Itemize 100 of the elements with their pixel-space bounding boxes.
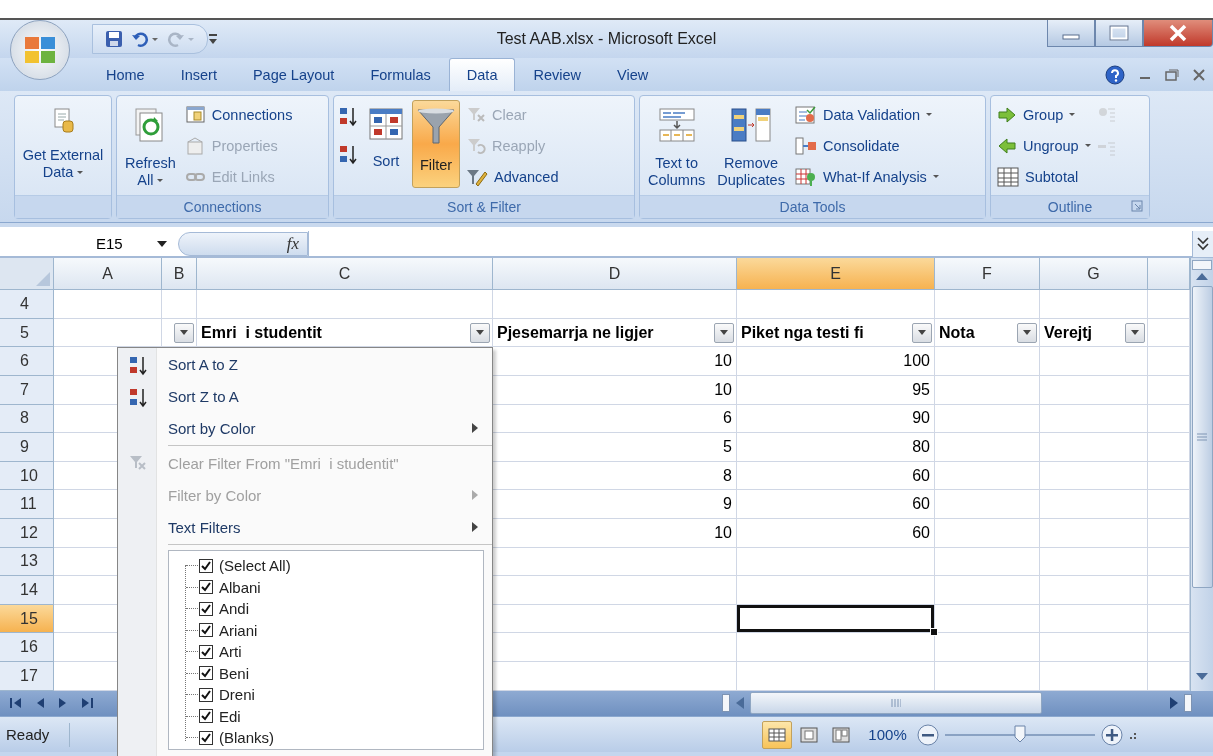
table-cell[interactable] [935, 433, 1040, 462]
table-cell[interactable]: Nota [935, 318, 1040, 348]
ribbon-button[interactable]: Sort [364, 100, 408, 189]
ribbon-button[interactable]: Data Validation [792, 102, 941, 128]
ribbon-tab[interactable]: Review [515, 58, 599, 92]
checkbox[interactable] [199, 558, 213, 573]
table-cell[interactable] [935, 576, 1040, 605]
ribbon-button[interactable]: Consolidate [792, 133, 941, 159]
ribbon-button[interactable]: Ungroup [995, 133, 1093, 159]
maximize-button[interactable] [1095, 19, 1143, 47]
table-cell[interactable]: 10 [493, 518, 737, 548]
zoom-slider[interactable] [944, 724, 1095, 745]
table-cell[interactable] [935, 518, 1040, 548]
table-cell[interactable]: 10 [493, 376, 737, 405]
row-header[interactable]: 4 [0, 290, 54, 319]
close-icon[interactable] [1193, 69, 1205, 82]
checkbox[interactable] [199, 666, 213, 681]
row-header[interactable]: 11 [0, 490, 54, 519]
checkbox[interactable] [199, 623, 213, 638]
row-header[interactable]: 7 [0, 376, 54, 405]
help-icon[interactable] [1105, 65, 1125, 86]
last-sheet-icon[interactable] [81, 697, 93, 710]
ribbon-button[interactable]: Filter [412, 100, 460, 189]
ribbon-button[interactable]: What-If Analysis [792, 164, 941, 190]
filter-dropdown-button[interactable] [1017, 322, 1037, 343]
name-box[interactable]: E15 [0, 230, 178, 257]
table-cell[interactable]: 8 [493, 461, 737, 491]
table-cell[interactable] [493, 576, 737, 605]
table-cell[interactable] [935, 604, 1040, 634]
table-cell[interactable] [1040, 290, 1148, 319]
selected-cell[interactable] [737, 604, 935, 634]
table-cell[interactable] [1040, 576, 1148, 605]
table-cell[interactable] [1040, 661, 1148, 691]
table-cell[interactable]: 100 [737, 347, 935, 376]
insert-function-button[interactable]: fx [178, 231, 308, 256]
table-cell[interactable] [1040, 518, 1148, 548]
column-header[interactable]: A [54, 258, 162, 291]
row-header[interactable]: 16 [0, 633, 54, 662]
split-handle[interactable] [1192, 260, 1212, 271]
table-cell[interactable] [1040, 547, 1148, 577]
checkbox[interactable] [199, 644, 213, 659]
row-header[interactable]: 8 [0, 404, 54, 434]
restore-icon[interactable] [1165, 69, 1179, 82]
ribbon-tab[interactable]: Data [448, 58, 516, 92]
column-header[interactable]: C [197, 258, 493, 291]
menu-item[interactable]: Sort by Color [118, 412, 492, 444]
row-header[interactable]: 14 [0, 576, 54, 605]
row-header[interactable]: 10 [0, 461, 54, 491]
scroll-thumb[interactable] [1191, 286, 1213, 589]
table-cell[interactable] [935, 490, 1040, 519]
table-cell[interactable] [1040, 404, 1148, 434]
dialog-launcher-icon[interactable] [1131, 200, 1143, 213]
column-header[interactable] [1148, 258, 1190, 291]
menu-item[interactable]: Text Filters [118, 511, 492, 543]
filter-dropdown-button[interactable] [912, 322, 932, 343]
up-arrow-icon[interactable] [1196, 272, 1208, 281]
checkbox[interactable] [199, 730, 213, 745]
table-cell[interactable] [162, 290, 197, 319]
zoom-out-icon[interactable] [916, 723, 939, 746]
menu-item[interactable]: Sort A to Z [118, 348, 492, 380]
table-cell[interactable] [737, 547, 935, 577]
row-header[interactable]: 5 [0, 318, 54, 348]
table-cell[interactable] [935, 547, 1040, 577]
table-cell[interactable]: 60 [737, 461, 935, 491]
down-arrow-icon[interactable] [1196, 672, 1208, 681]
checkbox[interactable] [199, 709, 213, 724]
table-cell[interactable] [737, 633, 935, 662]
save-icon[interactable] [105, 29, 123, 48]
dropdown-icon[interactable] [156, 239, 168, 248]
previous-sheet-icon[interactable] [35, 697, 45, 710]
table-cell[interactable]: 95 [737, 376, 935, 405]
table-cell[interactable] [493, 604, 737, 634]
column-header[interactable]: E [737, 258, 935, 291]
filter-dropdown-button[interactable] [714, 322, 734, 343]
minimize-button[interactable] [1047, 19, 1095, 47]
ribbon-tab[interactable]: Home [88, 58, 163, 92]
table-cell[interactable] [737, 576, 935, 605]
column-header[interactable]: F [935, 258, 1040, 291]
table-cell[interactable]: Piket nga testi fi [737, 318, 935, 348]
table-cell[interactable]: Pjesemarrja ne ligjer [493, 318, 737, 348]
next-sheet-icon[interactable] [58, 697, 68, 710]
table-cell[interactable] [1040, 461, 1148, 491]
table-cell[interactable] [935, 290, 1040, 319]
first-sheet-icon[interactable] [10, 697, 22, 710]
zoom-in-icon[interactable] [1100, 723, 1123, 746]
table-cell[interactable] [737, 661, 935, 691]
filter-dropdown-button[interactable] [1125, 322, 1145, 343]
table-cell[interactable] [737, 290, 935, 319]
ribbon-tab[interactable]: Page Layout [234, 58, 353, 92]
horizontal-scrollbar[interactable] [722, 692, 1192, 715]
column-header[interactable]: B [162, 258, 197, 291]
table-cell[interactable] [493, 661, 737, 691]
ribbon-tab[interactable]: Insert [162, 58, 235, 92]
ribbon-button[interactable]: Subtotal [995, 164, 1093, 190]
slider-thumb[interactable] [1013, 724, 1026, 743]
row-header[interactable]: 9 [0, 433, 54, 462]
table-cell[interactable] [935, 376, 1040, 405]
checkbox[interactable] [199, 687, 213, 702]
checkbox[interactable] [199, 601, 213, 616]
table-cell[interactable]: 80 [737, 433, 935, 462]
